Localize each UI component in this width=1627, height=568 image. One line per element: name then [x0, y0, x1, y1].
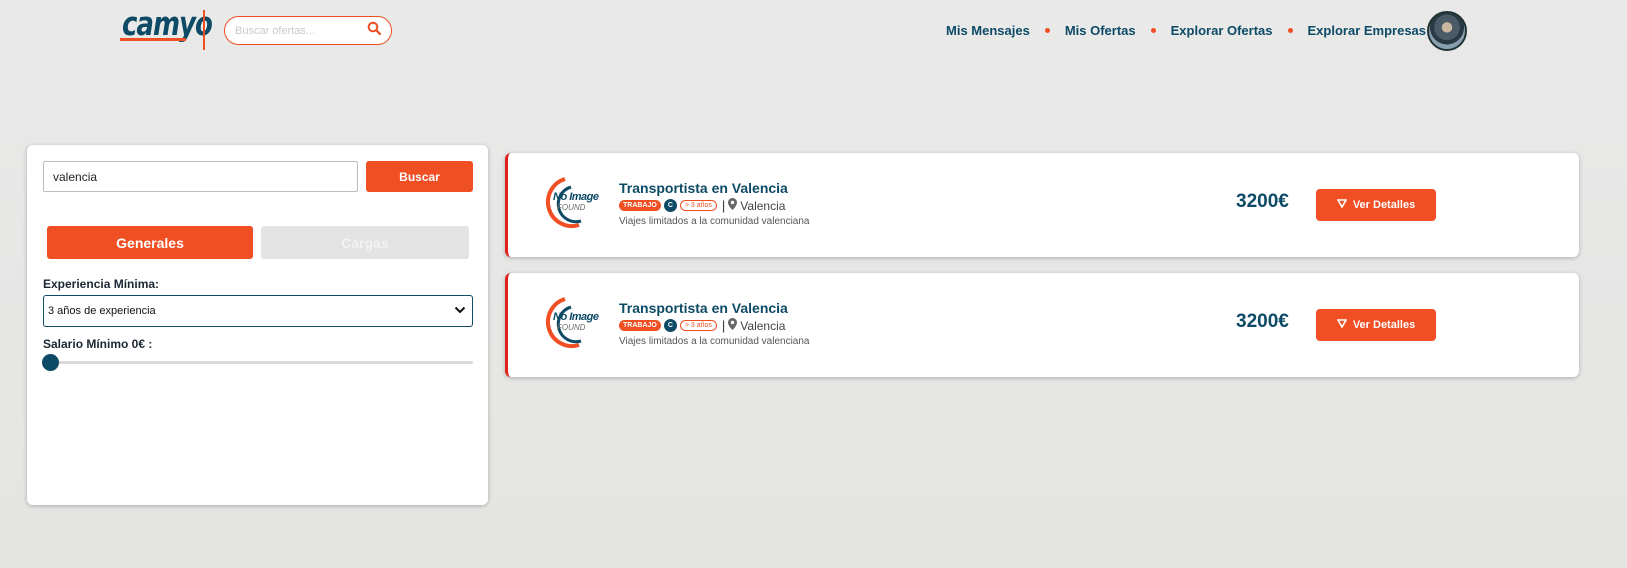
- ver-detalles-button[interactable]: Ver Detalles: [1316, 189, 1436, 221]
- offer-price: 3200€: [1236, 311, 1289, 332]
- offer-title[interactable]: Transportista en Valencia: [619, 300, 788, 316]
- nav-mis-ofertas[interactable]: Mis Ofertas: [1065, 23, 1136, 38]
- offer-location-text: Valencia: [740, 318, 786, 333]
- salary-label: Salario Mínimo 0€ :: [43, 337, 153, 351]
- tag-experience: > 3 años: [679, 200, 717, 211]
- tag-separator: |: [721, 198, 726, 213]
- map-pin-icon: [728, 318, 738, 333]
- tag-type: TRABAJO: [619, 200, 661, 211]
- nav-explorar-ofertas[interactable]: Explorar Ofertas: [1171, 23, 1273, 38]
- offer-location: Valencia: [728, 198, 785, 213]
- filter-panel: Buscar Generales Cargas Experiencia Míni…: [27, 145, 488, 505]
- offer-tags: TRABAJO C > 3 años | Valencia: [619, 198, 785, 213]
- offer-location: Valencia: [728, 318, 785, 333]
- main-nav: Mis Mensajes Mis Ofertas Explorar Oferta…: [946, 23, 1461, 38]
- tag-separator: |: [721, 318, 726, 333]
- offer-price: 3200€: [1236, 191, 1289, 212]
- nav-separator-dot: [1150, 28, 1156, 33]
- triangle-down-icon: [1336, 199, 1348, 211]
- offer-location-text: Valencia: [740, 198, 786, 213]
- no-image-text: No Image: [553, 311, 599, 323]
- ver-detalles-button[interactable]: Ver Detalles: [1316, 309, 1436, 341]
- nav-explorar-empresas[interactable]: Explorar Empresas: [1308, 23, 1427, 38]
- camyo-logo[interactable]: camyo: [120, 6, 213, 50]
- buscar-button[interactable]: Buscar: [366, 161, 473, 192]
- chevron-down-icon: [454, 305, 466, 317]
- header-search: [224, 16, 392, 45]
- salary-slider-thumb[interactable]: [42, 354, 59, 371]
- tag-license: C: [663, 319, 677, 332]
- search-query-input[interactable]: [43, 161, 358, 192]
- experience-select[interactable]: 3 años de experiencia: [43, 295, 473, 327]
- ver-detalles-label: Ver Detalles: [1352, 199, 1416, 211]
- triangle-down-icon: [1336, 319, 1348, 331]
- salary-slider-track[interactable]: [51, 361, 473, 364]
- no-image-found-text: FOUND: [557, 323, 586, 332]
- nav-separator-dot: [1044, 28, 1050, 33]
- offer-tags: TRABAJO C > 3 años | Valencia: [619, 318, 785, 333]
- nav-mis-mensajes[interactable]: Mis Mensajes: [946, 23, 1030, 38]
- header-divider: [203, 10, 205, 50]
- search-icon[interactable]: [367, 21, 382, 40]
- no-image-placeholder: No Image FOUND: [535, 175, 599, 231]
- tag-license: C: [663, 199, 677, 212]
- avatar[interactable]: [1427, 11, 1467, 51]
- no-image-found-text: FOUND: [557, 203, 586, 212]
- offer-card: No Image FOUND Transportista en Valencia…: [505, 273, 1579, 377]
- nav-separator-dot: [1287, 28, 1293, 33]
- experience-label: Experiencia Mínima:: [43, 277, 160, 291]
- header-search-input[interactable]: [235, 24, 367, 37]
- offer-description: Viajes limitados a la comunidad valencia…: [619, 216, 810, 227]
- offer-card: No Image FOUND Transportista en Valencia…: [505, 153, 1579, 257]
- tag-type: TRABAJO: [619, 320, 661, 331]
- no-image-text: No Image: [553, 191, 599, 203]
- no-image-placeholder: No Image FOUND: [535, 295, 599, 351]
- offer-title[interactable]: Transportista en Valencia: [619, 180, 788, 196]
- tab-generales[interactable]: Generales: [47, 226, 253, 259]
- tab-cargas[interactable]: Cargas: [261, 226, 469, 259]
- map-pin-icon: [728, 198, 738, 213]
- logo-underline: [120, 38, 186, 41]
- offer-description: Viajes limitados a la comunidad valencia…: [619, 336, 810, 347]
- ver-detalles-label: Ver Detalles: [1352, 319, 1416, 331]
- tag-experience: > 3 años: [679, 320, 717, 331]
- experience-select-value: 3 años de experiencia: [48, 305, 156, 317]
